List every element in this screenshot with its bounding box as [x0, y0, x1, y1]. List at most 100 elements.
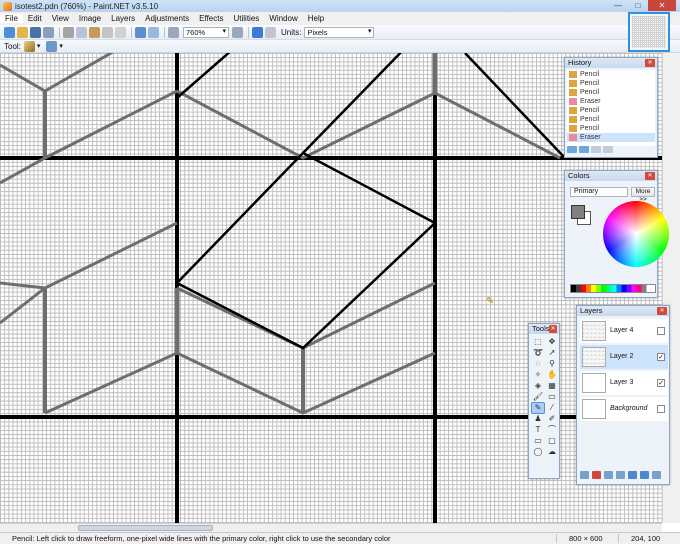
horizontal-scroll-thumb[interactable]: [78, 525, 213, 531]
lasso-select-icon[interactable]: ➰: [532, 348, 544, 358]
menu-adjustments[interactable]: Adjustments: [140, 14, 194, 23]
tools-close-icon[interactable]: ✕: [549, 325, 557, 333]
color-wheel[interactable]: [603, 201, 669, 267]
layer-visibility-checkbox[interactable]: [657, 327, 665, 335]
menu-image[interactable]: Image: [74, 14, 106, 23]
undo-icon[interactable]: [579, 146, 589, 153]
color-picker-icon[interactable]: ⁄: [546, 403, 558, 413]
eraser-icon[interactable]: ▭: [546, 392, 558, 402]
redo-icon[interactable]: [591, 146, 601, 153]
layer-thumbnail: [582, 399, 606, 419]
text-icon[interactable]: T: [532, 425, 544, 435]
chevron-down-icon[interactable]: ▾: [59, 42, 63, 50]
layer-properties-icon[interactable]: [652, 471, 661, 479]
clone-stamp-icon[interactable]: ♟: [532, 414, 544, 424]
ellipse-icon[interactable]: ◯: [532, 447, 544, 457]
history-close-icon[interactable]: ✕: [645, 59, 655, 67]
paintbrush-icon[interactable]: 🖌: [532, 392, 544, 402]
gradient-icon[interactable]: ▦: [546, 381, 558, 391]
history-item[interactable]: Pencil: [567, 79, 655, 88]
open-icon[interactable]: [17, 26, 28, 38]
paste-icon[interactable]: [89, 26, 100, 38]
pencil-tool-icon[interactable]: [23, 40, 35, 52]
menu-edit[interactable]: Edit: [23, 14, 47, 23]
cut-icon[interactable]: [63, 26, 74, 38]
more-colors-button[interactable]: More >>: [631, 187, 655, 203]
menu-effects[interactable]: Effects: [194, 14, 228, 23]
layer-visibility-checkbox[interactable]: ✓: [657, 353, 665, 361]
history-item[interactable]: Pencil: [567, 88, 655, 97]
blend-mode-icon[interactable]: [46, 40, 58, 52]
menu-layers[interactable]: Layers: [106, 14, 140, 23]
eraser-icon: [569, 134, 577, 141]
layer-visibility-checkbox[interactable]: ✓: [657, 379, 665, 387]
image-thumbnail[interactable]: [628, 12, 670, 52]
fast-forward-icon[interactable]: [603, 146, 613, 153]
move-layer-up-icon[interactable]: [628, 471, 637, 479]
grid-toggle-icon[interactable]: [252, 26, 263, 38]
save-icon[interactable]: [30, 26, 41, 38]
history-item[interactable]: Pencil: [567, 115, 655, 124]
history-item[interactable]: Eraser: [567, 97, 655, 106]
image-canvas[interactable]: ✎: [0, 53, 662, 523]
layer-visibility-checkbox[interactable]: [657, 405, 665, 413]
deselect-icon[interactable]: [115, 26, 126, 38]
layers-close-icon[interactable]: ✕: [657, 307, 667, 315]
layer-row[interactable]: Layer 3 ✓: [580, 371, 668, 395]
layer-row-selected[interactable]: Layer 2 ✓: [580, 345, 668, 369]
copy-icon[interactable]: [76, 26, 87, 38]
rewind-icon[interactable]: [567, 146, 577, 153]
colors-close-icon[interactable]: ✕: [645, 172, 655, 180]
new-image-icon[interactable]: [4, 26, 15, 38]
menu-file[interactable]: File: [0, 14, 23, 23]
recolor-icon[interactable]: ✐: [546, 414, 558, 424]
rectangle-icon[interactable]: ▭: [532, 436, 544, 446]
menu-window[interactable]: Window: [264, 14, 302, 23]
duplicate-layer-icon[interactable]: [604, 471, 613, 479]
history-item-selected[interactable]: Eraser: [567, 133, 655, 142]
minimize-button[interactable]: —: [608, 0, 628, 11]
print-icon[interactable]: [43, 26, 54, 38]
history-item[interactable]: Pencil: [567, 124, 655, 133]
merge-layer-icon[interactable]: [616, 471, 625, 479]
layer-name: Layer 2: [610, 353, 634, 360]
zoom-select[interactable]: 760%: [183, 26, 229, 38]
layer-row[interactable]: Layer 4: [580, 319, 668, 343]
add-layer-icon[interactable]: [580, 471, 589, 479]
history-item[interactable]: Pencil: [567, 70, 655, 79]
horizontal-scrollbar[interactable]: [0, 523, 662, 532]
chevron-down-icon[interactable]: ▾: [37, 42, 41, 50]
maximize-button[interactable]: □: [628, 0, 648, 11]
delete-layer-icon[interactable]: [592, 471, 601, 479]
pan-icon[interactable]: ✋: [546, 370, 558, 380]
zoom-icon[interactable]: ⚲: [546, 359, 558, 369]
units-select[interactable]: Pixels: [304, 26, 375, 38]
move-selection-icon[interactable]: ↗: [546, 348, 558, 358]
rounded-rectangle-icon[interactable]: ▢: [546, 436, 558, 446]
color-palette[interactable]: [570, 284, 656, 293]
rectangle-select-icon[interactable]: ⬚: [532, 337, 544, 347]
ellipse-select-icon[interactable]: ◌: [532, 359, 544, 369]
paint-bucket-icon[interactable]: ◈: [532, 381, 544, 391]
magic-wand-icon[interactable]: ✧: [532, 370, 544, 380]
close-button[interactable]: ✕: [648, 0, 676, 11]
menu-utilities[interactable]: Utilities: [228, 14, 264, 23]
zoom-in-icon[interactable]: [232, 26, 243, 38]
layer-row[interactable]: Background: [580, 397, 668, 421]
zoom-out-icon[interactable]: [168, 26, 179, 38]
redo-icon[interactable]: [148, 26, 159, 38]
color-mode-select[interactable]: Primary: [570, 187, 628, 197]
menu-help[interactable]: Help: [303, 14, 329, 23]
freeform-shape-icon[interactable]: ☁: [546, 447, 558, 457]
colors-panel: Colors ✕ Primary More >>: [564, 170, 669, 298]
move-layer-down-icon[interactable]: [640, 471, 649, 479]
move-selected-icon[interactable]: ✥: [546, 337, 558, 347]
menu-view[interactable]: View: [47, 14, 74, 23]
pencil-icon[interactable]: ✎: [531, 402, 545, 414]
history-item[interactable]: Pencil: [567, 106, 655, 115]
primary-color-swatch[interactable]: [571, 205, 585, 219]
crop-icon[interactable]: [102, 26, 113, 38]
line-curve-icon[interactable]: ⌒: [546, 425, 558, 435]
undo-icon[interactable]: [135, 26, 146, 38]
rulers-icon[interactable]: [265, 26, 276, 38]
